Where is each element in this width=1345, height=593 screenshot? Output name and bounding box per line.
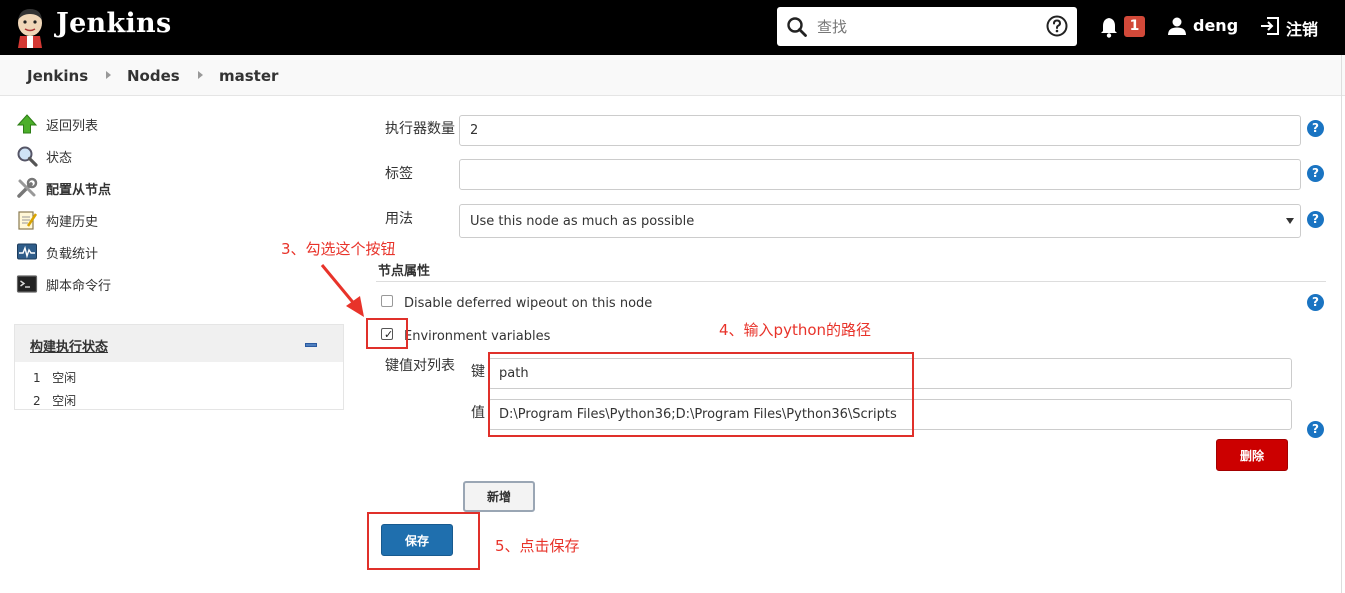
notification-badge[interactable]: 1 xyxy=(1124,16,1145,37)
executor-panel-header: 构建执行状态 xyxy=(15,325,343,362)
search-input[interactable] xyxy=(817,13,1037,40)
add-button[interactable]: 新增 xyxy=(463,481,535,512)
disable-wipeout-label: Disable deferred wipeout on this node xyxy=(404,296,653,311)
executor-row: 1 空闲 xyxy=(33,369,76,386)
brand-name[interactable]: Jenkins xyxy=(56,8,171,39)
help-icon[interactable]: ? xyxy=(1307,294,1324,311)
labels-input[interactable] xyxy=(459,159,1301,190)
annotation-step5: 5、点击保存 xyxy=(495,537,580,555)
kv-list-label: 键值对列表 xyxy=(385,358,455,374)
env-vars-label: Environment variables xyxy=(404,329,551,344)
executor-status: 空闲 xyxy=(52,371,77,385)
annotation-box-save xyxy=(367,512,480,570)
sidebar-item-status[interactable]: 状态 xyxy=(16,145,72,167)
annotation-box-path xyxy=(488,352,914,437)
annotation-step3: 3、勾选这个按钮 xyxy=(281,240,396,258)
sidebar-item-back-to-list[interactable]: 返回列表 xyxy=(16,113,98,135)
notepad-icon xyxy=(18,211,38,230)
user-icon[interactable] xyxy=(1167,16,1187,36)
search-icon xyxy=(787,17,807,37)
sidebar-item-label: 负载统计 xyxy=(46,246,99,262)
sidebar-item-label: 配置从节点 xyxy=(46,182,112,198)
key-label: 键 xyxy=(471,364,485,380)
sidebar-item-label: 构建历史 xyxy=(46,214,99,230)
executor-number: 1 xyxy=(33,371,41,385)
sidebar-item-script-console[interactable]: 脚本命令行 xyxy=(16,273,111,295)
executor-number: 2 xyxy=(33,394,41,408)
delete-button[interactable]: 删除 xyxy=(1216,439,1288,471)
labels-label: 标签 xyxy=(385,166,413,182)
help-icon[interactable]: ? xyxy=(1307,165,1324,182)
breadcrumb-jenkins[interactable]: Jenkins xyxy=(27,67,88,85)
executor-status-panel: 构建执行状态 1 空闲 2 空闲 xyxy=(14,324,344,410)
executors-label: 执行器数量 xyxy=(385,121,455,137)
top-bar: Jenkins 1 deng 注销 xyxy=(0,0,1345,55)
section-divider xyxy=(376,281,1326,282)
annotation-step4: 4、输入python的路径 xyxy=(719,321,872,339)
breadcrumb-nodes[interactable]: Nodes xyxy=(127,67,180,85)
logout-link[interactable]: 注销 xyxy=(1286,16,1318,40)
dropdown-caret-icon xyxy=(1286,218,1294,224)
sidebar-item-label: 状态 xyxy=(46,150,73,166)
sidebar-item-build-history[interactable]: 构建历史 xyxy=(16,209,98,231)
help-icon[interactable]: ? xyxy=(1307,211,1324,228)
disable-wipeout-checkbox[interactable] xyxy=(381,295,393,307)
user-name-link[interactable]: deng xyxy=(1193,16,1238,35)
notification-bell-icon[interactable] xyxy=(1099,16,1119,38)
breadcrumb-chevron-icon[interactable] xyxy=(106,71,111,79)
breadcrumb: Jenkins Nodes master xyxy=(0,55,1345,96)
sidebar-item-label: 返回列表 xyxy=(46,118,99,134)
help-icon[interactable]: ? xyxy=(1307,120,1324,137)
executors-input[interactable] xyxy=(459,115,1301,146)
executor-row: 2 空闲 xyxy=(33,392,76,409)
terminal-icon xyxy=(16,275,38,293)
jenkins-logo-icon[interactable] xyxy=(14,6,46,48)
value-label: 值 xyxy=(471,405,485,421)
usage-select[interactable]: Use this node as much as possible xyxy=(459,204,1301,238)
usage-label: 用法 xyxy=(385,211,413,227)
executor-status: 空闲 xyxy=(52,394,77,408)
logout-icon[interactable] xyxy=(1259,16,1281,36)
node-properties-title: 节点属性 xyxy=(378,264,431,279)
sidebar-item-load-statistics[interactable]: 负载统计 xyxy=(16,241,98,263)
magnifier-icon xyxy=(17,146,38,167)
breadcrumb-master[interactable]: master xyxy=(219,67,278,85)
annotation-arrow-icon xyxy=(320,264,364,317)
usage-selected-value: Use this node as much as possible xyxy=(470,214,695,229)
page-edge-divider xyxy=(1341,55,1342,593)
monitor-graph-icon xyxy=(17,243,37,260)
up-arrow-icon xyxy=(16,114,38,134)
tools-icon xyxy=(17,177,38,198)
help-icon[interactable] xyxy=(1046,15,1068,37)
collapse-minus-icon[interactable] xyxy=(305,343,317,347)
breadcrumb-chevron-icon[interactable] xyxy=(198,71,203,79)
sidebar-item-label: 脚本命令行 xyxy=(46,278,112,294)
annotation-box-checkbox xyxy=(366,318,408,349)
sidebar-item-configure-node[interactable]: 配置从节点 xyxy=(16,177,111,199)
search-box xyxy=(777,7,1077,46)
help-icon[interactable]: ? xyxy=(1307,421,1324,438)
executor-panel-title[interactable]: 构建执行状态 xyxy=(30,336,108,355)
